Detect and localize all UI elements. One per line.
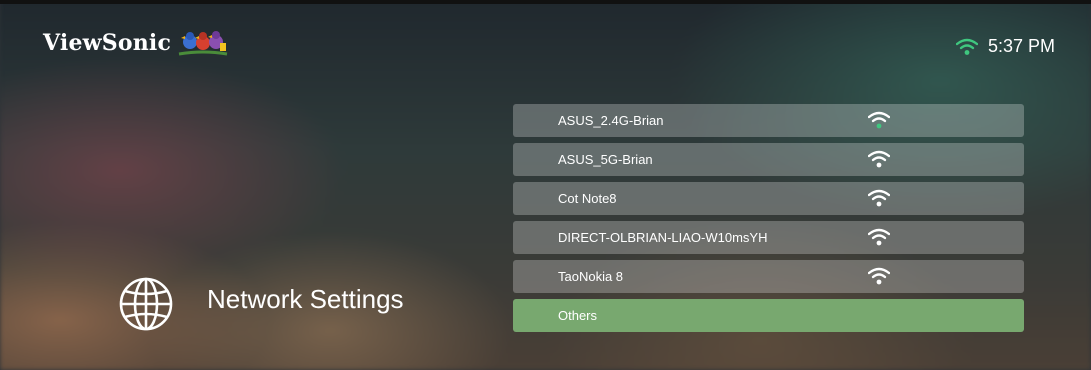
network-item[interactable]: Cot Note8 xyxy=(513,182,1024,215)
network-name: DIRECT-OLBRIAN-LIAO-W10msYH xyxy=(558,230,768,245)
brand-logo: ViewSonic xyxy=(43,27,229,59)
network-name: ASUS_2.4G-Brian xyxy=(558,113,664,128)
status-bar: 5:37 PM xyxy=(955,36,1055,57)
page-title: Network Settings xyxy=(207,284,404,314)
wifi-signal-icon xyxy=(868,267,890,285)
network-item[interactable]: DIRECT-OLBRIAN-LIAO-W10msYH xyxy=(513,221,1024,254)
network-item[interactable]: ASUS_2.4G-Brian xyxy=(513,104,1024,137)
wifi-signal-icon xyxy=(868,189,890,207)
wifi-signal-icon xyxy=(868,228,890,246)
network-name: TaoNokia 8 xyxy=(558,269,624,284)
top-border xyxy=(0,0,1091,4)
network-item[interactable]: ASUS_5G-Brian xyxy=(513,143,1024,176)
wifi-icon xyxy=(955,38,978,55)
network-name: Others xyxy=(558,308,598,323)
network-name: Cot Note8 xyxy=(558,191,617,206)
network-name: ASUS_5G-Brian xyxy=(558,152,653,167)
clock: 5:37 PM xyxy=(987,36,1055,56)
others-item[interactable]: Others xyxy=(513,299,1024,332)
brand-name: ViewSonic xyxy=(43,30,172,56)
birds-logo-icon xyxy=(178,31,228,56)
globe-icon xyxy=(119,277,173,331)
wifi-signal-icon xyxy=(868,111,890,129)
wifi-signal-icon xyxy=(868,150,890,168)
network-item[interactable]: TaoNokia 8 xyxy=(513,260,1024,293)
network-list: ASUS_2.4G-Brian ASUS_5G-Brian Cot Note8 … xyxy=(513,104,1024,338)
